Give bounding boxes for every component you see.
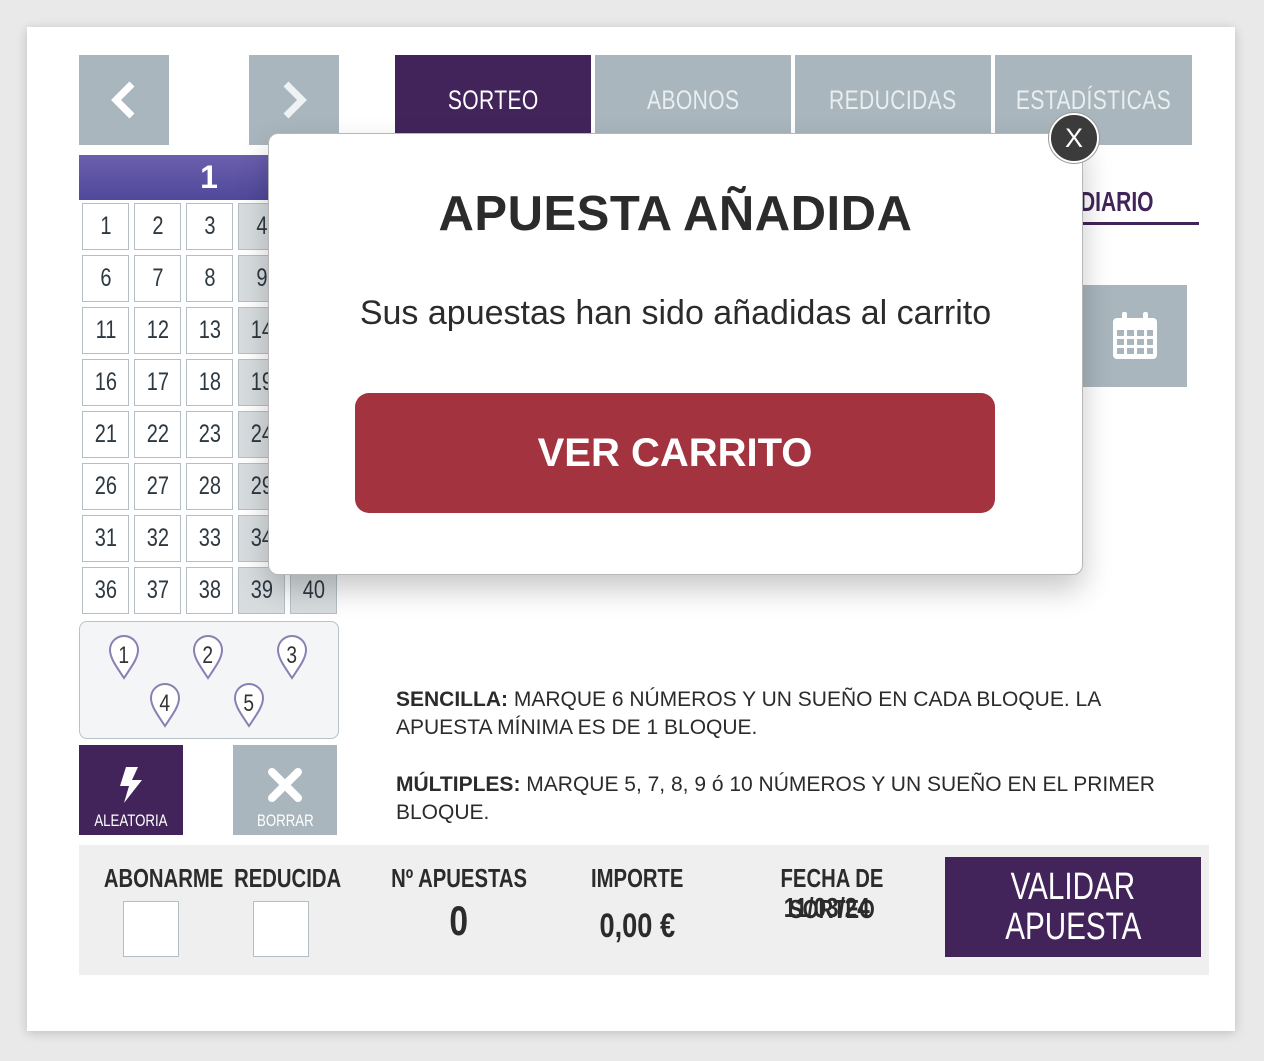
dream-pin[interactable]: 5 [233, 682, 265, 728]
number-cell[interactable]: 26 [82, 463, 129, 510]
bet-added-modal: APUESTA AÑADIDA Sus apuestas han sido añ… [268, 133, 1083, 575]
reduced-checkbox[interactable] [253, 901, 309, 957]
number-cell[interactable]: 27 [134, 463, 181, 510]
chevron-right-icon [283, 81, 307, 119]
modal-title: APUESTA AÑADIDA [438, 187, 913, 241]
number-cell[interactable]: 7 [134, 255, 181, 302]
close-icon: X [1064, 122, 1083, 153]
number-cell[interactable]: 32 [134, 515, 181, 562]
number-cell[interactable]: 22 [134, 411, 181, 458]
number-cell[interactable]: 13 [186, 307, 233, 354]
number-cell[interactable]: 21 [82, 411, 129, 458]
number-cell[interactable]: 8 [186, 255, 233, 302]
amount-label: IMPORTE [590, 863, 684, 893]
dream-pin[interactable]: 4 [149, 682, 181, 728]
number-cell[interactable]: 1 [82, 203, 129, 250]
dream-pin[interactable]: 1 [108, 634, 140, 680]
calendar-icon [1113, 312, 1157, 359]
number-cell[interactable]: 3 [186, 203, 233, 250]
summary-bar: ABONARME REDUCIDA Nº APUESTAS 0 IMPORTE … [79, 845, 1209, 975]
number-cell[interactable]: 2 [134, 203, 181, 250]
calendar-button[interactable] [1083, 285, 1187, 387]
dreams-panel: 1 2 3 4 5 [79, 621, 339, 739]
number-cell[interactable]: 6 [82, 255, 129, 302]
rule-simple: SENCILLA: MARQUE 6 NÚMEROS Y UN SUEÑO EN… [396, 688, 1101, 739]
modal-close-button[interactable]: X [1049, 113, 1099, 163]
lightning-icon [120, 767, 142, 803]
number-cell[interactable]: 17 [134, 359, 181, 406]
number-cell[interactable]: 16 [82, 359, 129, 406]
number-cell[interactable]: 36 [82, 567, 129, 614]
draw-date-value: 11/03/24 [784, 892, 870, 923]
next-arrow-button[interactable] [249, 55, 339, 145]
tab-reducidas[interactable]: REDUCIDAS [795, 55, 991, 145]
rules-text: SENCILLA: MARQUE 6 NÚMEROS Y UN SUEÑO EN… [396, 686, 1196, 856]
number-cell[interactable]: 33 [186, 515, 233, 562]
prev-arrow-button[interactable] [79, 55, 169, 145]
number-cell[interactable]: 38 [186, 567, 233, 614]
amount-value: 0,00 € [599, 907, 675, 945]
number-cell[interactable]: 18 [186, 359, 233, 406]
close-icon [268, 768, 302, 802]
dream-pin[interactable]: 3 [276, 634, 308, 680]
bets-label: Nº APUESTAS [391, 863, 527, 893]
tab-diario[interactable]: DIARIO [1080, 186, 1199, 225]
number-cell[interactable]: 23 [186, 411, 233, 458]
clear-button[interactable]: BORRAR [233, 745, 337, 835]
validate-bet-button[interactable]: VALIDAR APUESTA [945, 857, 1201, 957]
number-cell[interactable]: 31 [82, 515, 129, 562]
tab-abonos[interactable]: ABONOS [595, 55, 791, 145]
dream-pin[interactable]: 2 [192, 634, 224, 680]
modal-message: Sus apuestas han sido añadidas al carrit… [359, 294, 992, 332]
view-cart-button[interactable]: VER CARRITO [355, 393, 995, 513]
number-cell[interactable]: 11 [82, 307, 129, 354]
bets-count: 0 [449, 897, 469, 944]
number-cell[interactable]: 37 [134, 567, 181, 614]
random-button[interactable]: ALEATORIA [79, 745, 183, 835]
subscribe-checkbox[interactable] [123, 901, 179, 957]
chevron-left-icon [111, 81, 135, 119]
number-cell[interactable]: 28 [186, 463, 233, 510]
reduced-label: REDUCIDA [234, 863, 342, 893]
number-cell[interactable]: 12 [134, 307, 181, 354]
tab-sorteo[interactable]: SORTEO [395, 55, 591, 145]
rule-multiple: MÚLTIPLES: MARQUE 5, 7, 8, 9 ó 10 NÚMERO… [396, 773, 1155, 824]
subscribe-label: ABONARME [103, 863, 224, 893]
